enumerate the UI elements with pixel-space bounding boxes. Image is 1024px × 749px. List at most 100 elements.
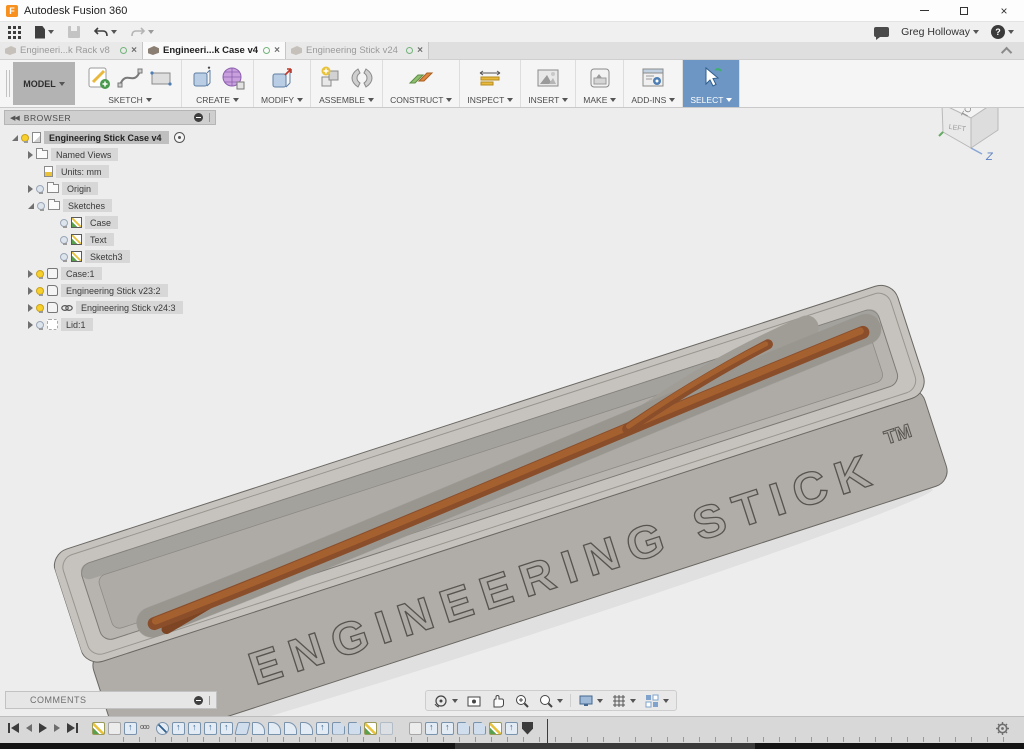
timeline-feature-sketch[interactable] xyxy=(364,722,377,735)
new-body-icon[interactable] xyxy=(189,65,215,91)
joint-icon[interactable] xyxy=(349,65,375,91)
tree-item-lid-1[interactable]: Lid:1 xyxy=(28,316,216,333)
collapse-panel-icon[interactable]: ◀◀ xyxy=(10,114,19,122)
save-button[interactable] xyxy=(68,26,80,38)
view-cube[interactable]: TOP LEFT Z xyxy=(924,108,1010,166)
timeline-feature-loft[interactable] xyxy=(234,722,250,735)
tab-engineering-stick-rack[interactable]: Engineeri...k Rack v8 × xyxy=(0,42,143,59)
visibility-bulb-icon[interactable] xyxy=(36,304,44,312)
visibility-bulb-icon[interactable] xyxy=(37,202,45,210)
timeline-feature-sketch[interactable] xyxy=(489,722,502,735)
select-cursor-icon[interactable] xyxy=(698,65,724,91)
skip-to-end-button[interactable] xyxy=(67,723,78,733)
close-tab-icon[interactable]: × xyxy=(274,46,280,56)
tree-item-origin[interactable]: Origin xyxy=(28,180,216,197)
new-component-icon[interactable] xyxy=(318,65,344,91)
timeline-feature-extrude[interactable] xyxy=(188,722,201,735)
timeline-feature-extrude[interactable] xyxy=(316,722,329,735)
timeline-feature-pattern[interactable] xyxy=(140,722,153,735)
timeline-settings-gear-icon[interactable] xyxy=(995,721,1010,736)
timeline-feature-fillet[interactable] xyxy=(284,722,297,735)
timeline-feature-fillet[interactable] xyxy=(300,722,313,735)
spline-icon[interactable] xyxy=(117,65,143,91)
help-button[interactable]: ? xyxy=(991,25,1014,39)
tree-item-engineering-stick-v24[interactable]: Engineering Stick v24:3 xyxy=(28,299,216,316)
timeline-feature-fillet[interactable] xyxy=(252,722,265,735)
timeline-feature-box[interactable] xyxy=(108,722,121,735)
timeline-feature-mirror[interactable] xyxy=(156,722,169,735)
addins-icon[interactable] xyxy=(640,65,666,91)
ribbon-group-insert[interactable]: INSERT xyxy=(521,60,576,107)
zoom-window-button[interactable] xyxy=(535,691,566,710)
ribbon-group-sketch[interactable]: SKETCH xyxy=(79,60,182,107)
tree-item-case-1[interactable]: Case:1 xyxy=(28,265,216,282)
hide-panel-icon[interactable] xyxy=(194,113,203,122)
close-tab-icon[interactable]: × xyxy=(131,46,137,56)
measure-icon[interactable] xyxy=(477,65,503,91)
tree-item-named-views[interactable]: Named Views xyxy=(28,146,216,163)
timeline-feature-extrude[interactable] xyxy=(220,722,233,735)
visibility-bulb-icon[interactable] xyxy=(36,321,44,329)
ribbon-group-assemble[interactable]: ASSEMBLE xyxy=(311,60,383,107)
browser-header[interactable]: ◀◀ BROWSER xyxy=(4,110,216,125)
grid-layout-button[interactable] xyxy=(608,691,639,710)
insert-image-icon[interactable] xyxy=(535,65,561,91)
timeline-feature-sketch[interactable] xyxy=(92,722,105,735)
construction-plane-icon[interactable] xyxy=(408,65,434,91)
timeline-feature-fillet[interactable] xyxy=(268,722,281,735)
tree-item-sketches[interactable]: Sketches xyxy=(28,197,216,214)
zoom-button[interactable] xyxy=(511,691,533,710)
activate-component-icon[interactable] xyxy=(174,132,185,143)
minimize-button[interactable] xyxy=(904,0,944,21)
timeline-feature-extrude[interactable] xyxy=(124,722,137,735)
visibility-bulb-icon[interactable] xyxy=(21,134,29,142)
press-pull-icon[interactable] xyxy=(269,65,295,91)
collapsed-triangle-icon[interactable] xyxy=(28,287,33,295)
timeline-feature-extrude[interactable] xyxy=(505,722,518,735)
timeline-feature-box[interactable] xyxy=(409,722,422,735)
timeline-feature-extrude[interactable] xyxy=(441,722,454,735)
rectangle-tool-icon[interactable] xyxy=(148,65,174,91)
user-account-button[interactable]: Greg Holloway xyxy=(901,26,979,38)
ribbon-group-inspect[interactable]: INSPECT xyxy=(460,60,521,107)
tab-engineering-stick-case[interactable]: Engineeri...k Case v4 × xyxy=(143,42,286,59)
timeline-ruler[interactable] xyxy=(108,737,1014,742)
tree-item-root-document[interactable]: Engineering Stick Case v4 xyxy=(12,129,216,146)
visibility-bulb-icon[interactable] xyxy=(36,270,44,278)
make-3d-print-icon[interactable] xyxy=(587,65,613,91)
step-forward-button[interactable] xyxy=(54,724,60,732)
orbit-button[interactable] xyxy=(430,691,461,710)
timeline-feature-extrude[interactable] xyxy=(204,722,217,735)
viewports-button[interactable] xyxy=(641,691,672,710)
pan-button[interactable] xyxy=(487,691,509,710)
ribbon-group-addins[interactable]: ADD-INS xyxy=(624,60,683,107)
ribbon-group-construct[interactable]: CONSTRUCT xyxy=(383,60,460,107)
look-at-button[interactable] xyxy=(463,691,485,710)
ribbon-group-select[interactable]: SELECT xyxy=(683,60,740,107)
step-back-button[interactable] xyxy=(26,724,32,732)
ribbon-group-create[interactable]: CREATE xyxy=(182,60,254,107)
tree-item-engineering-stick-v23[interactable]: Engineering Stick v23:2 xyxy=(28,282,216,299)
visibility-bulb-icon[interactable] xyxy=(60,236,68,244)
redo-button[interactable] xyxy=(131,26,154,38)
collapsed-triangle-icon[interactable] xyxy=(28,185,33,193)
ribbon-group-make[interactable]: MAKE xyxy=(576,60,624,107)
maximize-button[interactable] xyxy=(944,0,984,21)
timeline-feature-extrude[interactable] xyxy=(425,722,438,735)
tree-item-sketch-case[interactable]: Case xyxy=(60,214,216,231)
close-tab-icon[interactable]: × xyxy=(417,46,423,56)
panel-grip[interactable] xyxy=(207,696,210,705)
collapse-toolbar-chevron-icon[interactable] xyxy=(1001,46,1012,57)
tree-item-sketch-text[interactable]: Text xyxy=(60,231,216,248)
hide-comments-icon[interactable] xyxy=(194,696,203,705)
collapsed-triangle-icon[interactable] xyxy=(28,321,33,329)
play-button[interactable] xyxy=(39,723,47,733)
timeline-feature-chamfer[interactable] xyxy=(348,722,361,735)
toolbar-grip-handle[interactable] xyxy=(6,70,10,97)
close-button[interactable]: × xyxy=(984,0,1024,21)
undo-button[interactable] xyxy=(94,26,117,38)
tree-item-sketch3[interactable]: Sketch3 xyxy=(60,248,216,265)
comments-bar[interactable]: COMMENTS xyxy=(5,691,217,709)
app-grid-button[interactable] xyxy=(8,26,21,39)
tab-engineering-stick[interactable]: Engineering Stick v24 × xyxy=(286,42,429,59)
